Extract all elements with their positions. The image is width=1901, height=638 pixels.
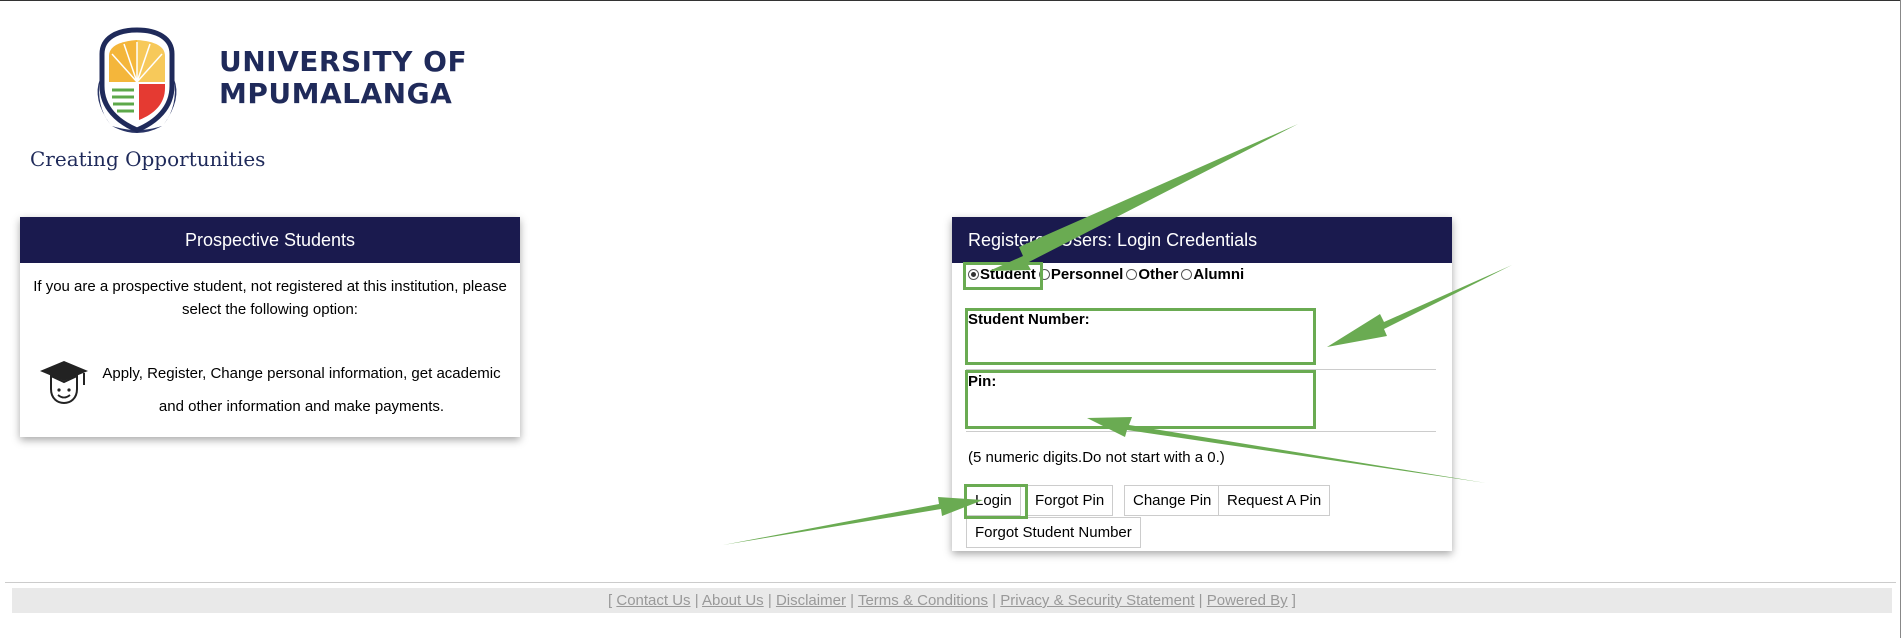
role-alumni-radio[interactable] bbox=[1181, 269, 1193, 280]
role-personnel[interactable]: Personnel bbox=[1038, 266, 1124, 283]
forgot-student-number-button[interactable]: Forgot Student Number bbox=[966, 517, 1141, 548]
role-alumni[interactable]: Alumni bbox=[1181, 266, 1244, 283]
tagline: Creating Opportunities bbox=[30, 147, 266, 171]
footer-bracket-open: [ bbox=[608, 592, 613, 609]
footer-link-privacy[interactable]: Privacy & Security Statement bbox=[1000, 592, 1194, 609]
prospective-students-panel: Prospective Students If you are a prospe… bbox=[20, 217, 520, 437]
pin-hint: (5 numeric digits.Do not start with a 0.… bbox=[968, 449, 1225, 466]
footer-link-about-us[interactable]: About Us bbox=[702, 592, 764, 609]
annotation-box-login bbox=[964, 484, 1028, 519]
university-name-line2: MPUMALANGA bbox=[219, 77, 453, 110]
footer-separator: | bbox=[694, 592, 699, 609]
annotation-box-student-role bbox=[963, 262, 1043, 290]
role-other-radio[interactable] bbox=[1126, 269, 1138, 280]
university-name-line1: UNIVERSITY OF bbox=[219, 45, 468, 78]
footer-link-powered-by[interactable]: Powered By bbox=[1207, 592, 1288, 609]
prospective-option-text[interactable]: Apply, Register, Change personal informa… bbox=[30, 357, 515, 423]
role-other[interactable]: Other bbox=[1126, 266, 1178, 283]
window-top-border bbox=[0, 0, 1901, 1]
footer-separator: | bbox=[850, 592, 855, 609]
footer-links: [ Contact Us | About Us | Disclaimer | T… bbox=[12, 588, 1892, 613]
divider bbox=[966, 431, 1436, 432]
prospective-panel-title: Prospective Students bbox=[20, 217, 520, 263]
prospective-apply-option[interactable]: Apply, Register, Change personal informa… bbox=[30, 357, 515, 423]
annotation-box-pin bbox=[965, 370, 1316, 429]
footer-bracket-close: ] bbox=[1291, 592, 1296, 609]
university-name: UNIVERSITY OF MPUMALANGA bbox=[219, 46, 467, 110]
university-logo bbox=[97, 27, 177, 133]
graduation-cap-icon[interactable] bbox=[38, 359, 90, 405]
request-pin-button[interactable]: Request A Pin bbox=[1218, 485, 1331, 516]
footer-separator: | bbox=[767, 592, 772, 609]
footer-link-disclaimer[interactable]: Disclaimer bbox=[776, 592, 846, 609]
footer-separator: | bbox=[1198, 592, 1203, 609]
forgot-pin-button[interactable]: Forgot Pin bbox=[1026, 485, 1114, 516]
footer-divider bbox=[5, 582, 1896, 583]
annotation-box-student-number bbox=[965, 308, 1316, 365]
role-other-label[interactable]: Other bbox=[1138, 266, 1178, 283]
role-alumni-label[interactable]: Alumni bbox=[1193, 266, 1244, 283]
footer-link-contact-us[interactable]: Contact Us bbox=[616, 592, 690, 609]
prospective-intro-text: If you are a prospective student, not re… bbox=[33, 278, 507, 318]
footer-separator: | bbox=[992, 592, 997, 609]
role-personnel-label[interactable]: Personnel bbox=[1051, 266, 1124, 283]
change-pin-button[interactable]: Change Pin bbox=[1124, 485, 1221, 516]
arrow-to-login bbox=[723, 497, 983, 545]
footer-link-terms[interactable]: Terms & Conditions bbox=[858, 592, 988, 609]
login-panel-title: Registered Users: Login Credentials bbox=[952, 217, 1452, 263]
